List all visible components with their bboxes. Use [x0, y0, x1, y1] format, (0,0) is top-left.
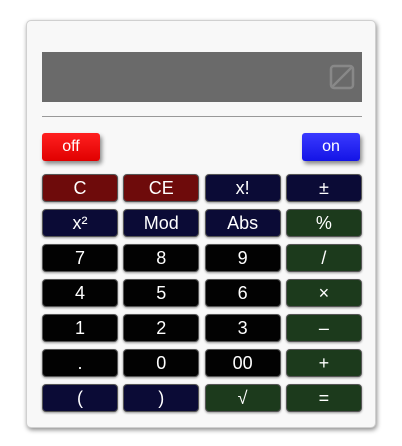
digit-2-button[interactable]: 2 — [123, 314, 200, 342]
display-separator — [42, 116, 362, 117]
clear-button[interactable]: C — [42, 174, 118, 202]
off-button[interactable]: off — [42, 133, 100, 161]
digit-6-button[interactable]: 6 — [204, 279, 281, 307]
clear-entry-button[interactable]: CE — [123, 174, 200, 202]
digit-9-button[interactable]: 9 — [204, 244, 281, 272]
digit-0-button[interactable]: 0 — [123, 349, 200, 377]
mod-button[interactable]: Mod — [123, 209, 200, 237]
digit-7-button[interactable]: 7 — [42, 244, 118, 272]
abs-button[interactable]: Abs — [204, 209, 281, 237]
square-slash-icon — [329, 64, 355, 90]
digit-5-button[interactable]: 5 — [123, 279, 200, 307]
equals-button[interactable]: = — [285, 384, 362, 412]
double-zero-button[interactable]: 00 — [204, 349, 281, 377]
factorial-button[interactable]: x! — [204, 174, 281, 202]
decimal-point-button[interactable]: . — [42, 349, 118, 377]
close-paren-button[interactable]: ) — [123, 384, 200, 412]
digit-8-button[interactable]: 8 — [123, 244, 200, 272]
on-button[interactable]: on — [302, 133, 360, 161]
digit-3-button[interactable]: 3 — [204, 314, 281, 342]
multiply-button[interactable]: × — [285, 279, 362, 307]
digit-4-button[interactable]: 4 — [42, 279, 118, 307]
square-root-button[interactable]: √ — [204, 384, 281, 412]
percent-button[interactable]: % — [285, 209, 362, 237]
display-screen — [42, 52, 362, 102]
open-paren-button[interactable]: ( — [42, 384, 118, 412]
add-button[interactable]: + — [285, 349, 362, 377]
calculator: off on C CE x! ± x² Mod Abs% 7 8 9/4 5 6 × 1 2 3–. 0 00 +(… — [26, 20, 376, 428]
square-button[interactable]: x² — [42, 209, 118, 237]
divide-button[interactable]: / — [285, 244, 362, 272]
subtract-button[interactable]: – — [285, 314, 362, 342]
plus-minus-button[interactable]: ± — [285, 174, 362, 202]
digit-1-button[interactable]: 1 — [42, 314, 118, 342]
keypad: C CE x! ± x² Mod Abs% 7 8 9/4 5 6 × 1 2 3–. 0 00 +() √ = — [42, 174, 362, 412]
